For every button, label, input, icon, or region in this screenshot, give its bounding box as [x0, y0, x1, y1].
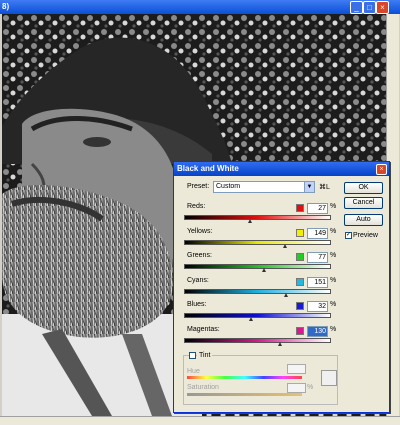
minimize-icon[interactable]: _ — [350, 1, 363, 14]
percent-sign: % — [330, 252, 337, 259]
preset-label: Preset: — [187, 183, 210, 190]
preset-value: Custom — [216, 183, 241, 190]
document-title: 8) — [2, 2, 10, 11]
color-swatch — [296, 253, 304, 261]
slider-value-input[interactable]: 130 — [307, 325, 328, 337]
percent-sign: % — [330, 276, 337, 284]
slider-label: Reds: — [187, 203, 206, 210]
slider-thumb[interactable] — [247, 219, 252, 223]
black-and-white-dialog: Black and White × Preset: Custom ▼ ⌘L OK… — [173, 161, 390, 413]
ok-button[interactable]: OK — [344, 182, 383, 194]
slider-track[interactable] — [184, 215, 331, 220]
preview-checkbox[interactable]: ✓ — [345, 232, 352, 239]
slider-value-input[interactable]: 32 — [307, 301, 328, 312]
dialog-title: Black and White — [177, 164, 239, 173]
color-swatch — [296, 302, 304, 310]
saturation-slider[interactable] — [187, 393, 302, 396]
maximize-icon[interactable]: □ — [363, 1, 376, 14]
tint-checkbox[interactable] — [189, 352, 196, 359]
slider-value-input[interactable]: 149 — [307, 227, 328, 239]
dialog-titlebar: Black and White × — [174, 162, 389, 176]
slider-thumb[interactable] — [283, 292, 288, 297]
close-icon[interactable]: × — [376, 1, 389, 14]
color-swatch — [296, 326, 304, 335]
slider-value-input[interactable]: 77 — [307, 252, 328, 263]
slider-track[interactable] — [184, 264, 331, 269]
percent-sign: % — [330, 203, 337, 210]
slider-thumb[interactable] — [262, 268, 267, 272]
slider-value-input[interactable]: 151 — [307, 276, 328, 288]
preset-menu-shortcut[interactable]: ⌘L — [319, 183, 330, 191]
slider-thumb[interactable] — [249, 317, 254, 321]
hue-label: Hue — [187, 368, 200, 375]
saturation-label: Saturation — [187, 384, 219, 391]
slider-label: Greens: — [187, 252, 212, 259]
preview-label: Preview — [353, 232, 378, 239]
auto-button[interactable]: Auto — [344, 214, 383, 226]
tint-label: Tint — [197, 352, 213, 359]
slider-thumb[interactable] — [283, 243, 288, 248]
dialog-close-icon[interactable]: × — [376, 164, 387, 175]
document-titlebar: 8) _ □ × — [0, 0, 400, 14]
slider-label: Magentas: — [187, 325, 220, 333]
hue-slider[interactable] — [187, 376, 302, 379]
saturation-field[interactable] — [287, 383, 306, 393]
hue-field[interactable] — [287, 364, 306, 374]
slider-track[interactable] — [184, 313, 331, 318]
color-swatch — [296, 228, 304, 237]
color-swatch — [296, 204, 304, 212]
cancel-button[interactable]: Cancel — [344, 197, 383, 209]
percent-sign: % — [330, 227, 337, 235]
color-swatch — [296, 277, 304, 286]
preset-select[interactable]: Custom ▼ — [213, 181, 315, 193]
slider-label: Blues: — [187, 301, 207, 308]
saturation-percent: % — [307, 384, 314, 391]
tint-group: Tint Hue Saturation % — [183, 352, 338, 405]
chevron-down-icon[interactable]: ▼ — [304, 182, 314, 192]
slider-label: Cyans: — [187, 276, 209, 284]
percent-sign: % — [330, 301, 337, 308]
slider-thumb[interactable] — [277, 341, 282, 346]
percent-sign: % — [330, 325, 337, 333]
slider-track[interactable] — [184, 337, 331, 343]
slider-track[interactable] — [184, 239, 331, 245]
slider-value-input[interactable]: 27 — [307, 203, 328, 214]
tint-color-swatch[interactable] — [321, 370, 337, 386]
slider-label: Yellows: — [187, 227, 213, 235]
slider-track[interactable] — [184, 288, 331, 294]
